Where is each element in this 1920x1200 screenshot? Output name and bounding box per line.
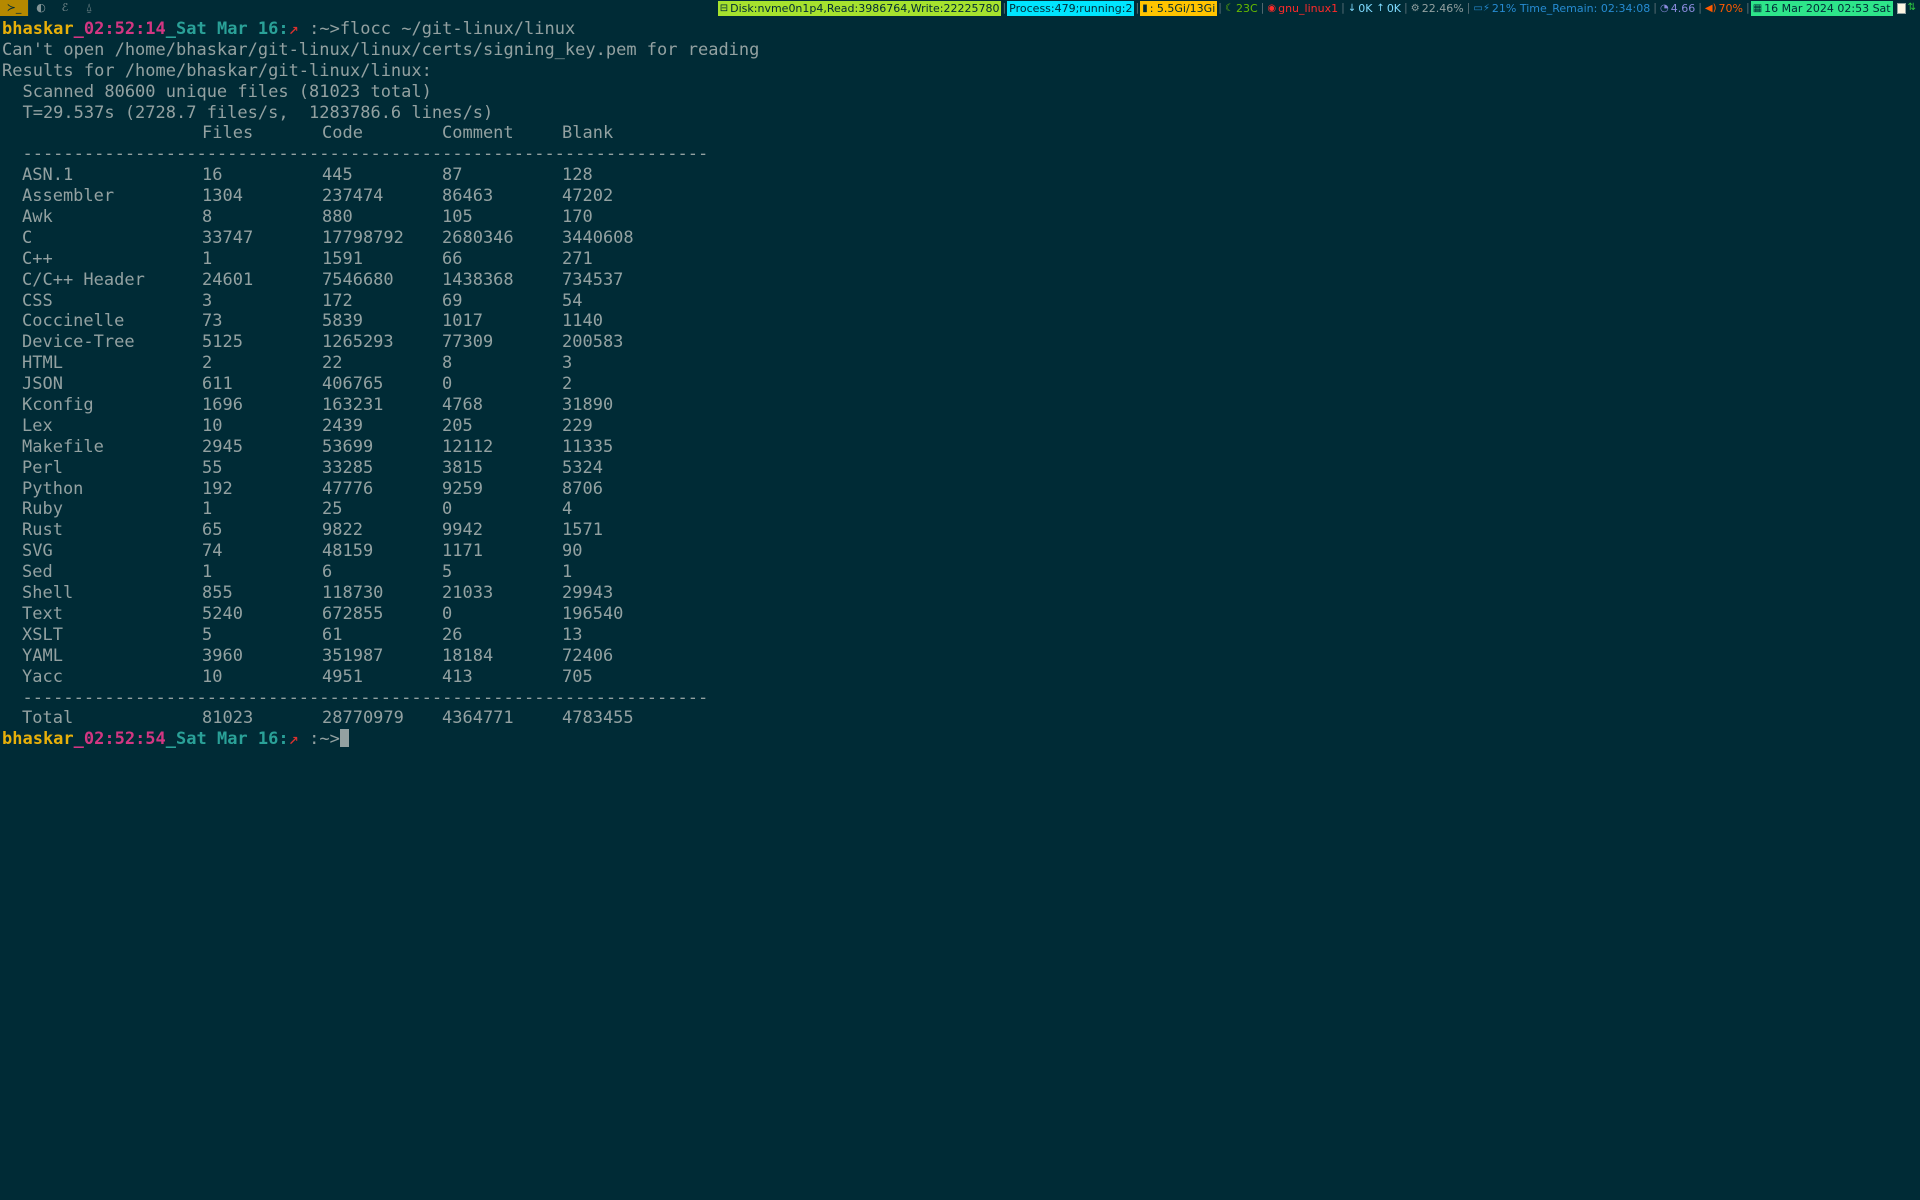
- editor-icon: ℰ: [61, 1, 69, 14]
- workspace-switcher: ≻_ ◐ ℰ ⍙: [0, 0, 101, 16]
- header-comment: Comment: [442, 123, 514, 144]
- table-row: XSLT 5 61 26 13: [22, 624, 583, 645]
- clock[interactable]: ▦ 16 Mar 2024 02:53 Sat: [1750, 0, 1893, 16]
- document-icon[interactable]: [1896, 2, 1906, 14]
- arrow-up-icon: ↑: [1376, 2, 1385, 14]
- table-row: Kconfig 1696 163231 4768 31890: [22, 395, 614, 416]
- table-row: Ruby 1 25 0 4: [22, 499, 573, 520]
- wifi-icon: ◉: [1267, 2, 1277, 14]
- header-files: Files: [202, 123, 254, 144]
- download-rate: ↓ 0K: [1347, 1, 1373, 15]
- error-line: Can't open /home/bhaskar/git-linux/linux…: [2, 39, 760, 60]
- terminal-icon: ≻_: [6, 1, 22, 14]
- linux-icon: ⍙: [85, 1, 93, 14]
- table-row: HTML 2 22 8 3: [22, 353, 573, 374]
- workspace-editor[interactable]: ℰ: [53, 0, 77, 16]
- table-divider: ----------------------------------------…: [2, 687, 709, 708]
- header-code: Code: [322, 123, 363, 144]
- table-row: Awk 8 880 105 170: [22, 207, 593, 228]
- gear-icon: ⚙: [1410, 2, 1420, 14]
- upload-rate: ↑ 0K: [1376, 1, 1402, 15]
- terminal-output[interactable]: bhaskar_02:52:14_Sat Mar 16:↗ :~>flocc ~…: [2, 19, 1912, 750]
- moon-icon: ☾: [1224, 2, 1234, 14]
- table-row: Text 5240 672855 0 196540: [22, 603, 624, 624]
- table-row: CSS 3 172 69 54: [22, 290, 583, 311]
- table-row: Assembler 1304 237474 86463 47202: [22, 186, 614, 207]
- table-row: C++ 1 1591 66 271: [22, 248, 593, 269]
- disk-status: ⊟ Disk:nvme0n1p4,Read:3986764,Write:22225…: [717, 0, 1002, 16]
- table-header: Files Code Comment Blank: [2, 123, 1912, 144]
- table-divider: ----------------------------------------…: [2, 144, 709, 165]
- table-body: ASN.1 16 445 87 128 Assembler 1304 237474 86463 4…: [2, 165, 1912, 687]
- table-row: ASN.1 16 445 87 128: [22, 165, 593, 186]
- table-row: Lex 10 2439 205 229: [22, 415, 593, 436]
- process-status: Process:479;running:2: [1007, 0, 1135, 16]
- system-tray: ⇅: [1893, 2, 1920, 14]
- prompt-line: bhaskar_02:52:54_Sat Mar 16:↗ :~>: [2, 729, 1912, 750]
- table-row: Makefile 2945 53699 12112 11335: [22, 436, 614, 457]
- table-total-row: Total 81023 28770979 4364771 4783455: [22, 708, 634, 729]
- gauge-icon: ◔: [1659, 2, 1669, 14]
- cpu-usage: ⚙ 22.46%: [1410, 1, 1464, 15]
- memory-icon: ▮: [1142, 2, 1148, 14]
- results-line: Results for /home/bhaskar/git-linux/linu…: [2, 60, 432, 81]
- table-row: Coccinelle 73 5839 1017 1140: [22, 311, 603, 332]
- table-row: Shell 855 118730 21033 29943: [22, 583, 614, 604]
- timing-line: T=29.537s (2728.7 files/s, 1283786.6 lin…: [2, 102, 494, 123]
- terminal-cursor[interactable]: [339, 729, 349, 748]
- table-row: JSON 611 406765 0 2: [22, 374, 573, 395]
- arrow-down-icon: ↓: [1347, 2, 1357, 14]
- battery-status: ▭⚡ 21% Time_Remain: 02:34:08: [1473, 1, 1651, 15]
- calendar-icon: ▦: [1752, 2, 1763, 14]
- workspace-linux[interactable]: ⍙: [77, 0, 101, 16]
- browser-icon: ◐: [36, 1, 46, 14]
- prompt-line: bhaskar_02:52:14_Sat Mar 16:↗ :~>flocc ~…: [2, 19, 576, 39]
- network-tray-icon[interactable]: ⇅: [1908, 3, 1916, 13]
- speaker-icon: ◀): [1704, 2, 1717, 14]
- table-row: Yacc 10 4951 413 705: [22, 666, 593, 687]
- disk-icon: ⊟: [719, 2, 729, 14]
- prompt-arrow-icon: ↗: [288, 729, 299, 750]
- table-row: Sed 1 6 5 1: [22, 562, 573, 583]
- header-blank: Blank: [562, 123, 614, 144]
- load-average: ◔ 4.66: [1659, 1, 1696, 15]
- battery-icon: ▭⚡: [1473, 2, 1490, 14]
- temperature-status: ☾ 23C: [1224, 1, 1258, 15]
- network-interface: ◉ gnu_linux1: [1267, 1, 1339, 15]
- table-row: Rust 65 9822 9942 1571: [22, 520, 603, 541]
- table-row: Device-Tree 5125 1265293 77309 200583: [22, 332, 624, 353]
- top-status-bar: ≻_ ◐ ℰ ⍙ ⊟ Disk:nvme0n1p4,Read:3986764,Wr…: [0, 0, 1920, 16]
- table-row: Python 192 47776 9259 8706: [22, 478, 603, 499]
- prompt-arrow-icon: ↗: [288, 19, 299, 39]
- table-row: SVG 74 48159 1171 90: [22, 541, 583, 562]
- scanned-line: Scanned 80600 unique files (81023 total): [2, 81, 432, 102]
- workspace-browser[interactable]: ◐: [29, 0, 53, 16]
- table-row: YAML 3960 351987 18184 72406: [22, 645, 614, 666]
- workspace-terminal[interactable]: ≻_: [0, 0, 28, 16]
- table-row: C/C++ Header 24601 7546680 1438368 734537: [22, 269, 624, 290]
- table-row: Perl 55 33285 3815 5324: [22, 457, 603, 478]
- volume-status[interactable]: ◀) 70%: [1703, 1, 1745, 16]
- table-row: C 33747 17798792 2680346 3440608: [22, 227, 634, 248]
- command-text: flocc ~/git-linux/linux: [339, 19, 576, 39]
- system-status: ⊟ Disk:nvme0n1p4,Read:3986764,Write:22225…: [717, 0, 1920, 16]
- memory-status: ▮: 5.5Gi/13Gi: [1140, 0, 1218, 16]
